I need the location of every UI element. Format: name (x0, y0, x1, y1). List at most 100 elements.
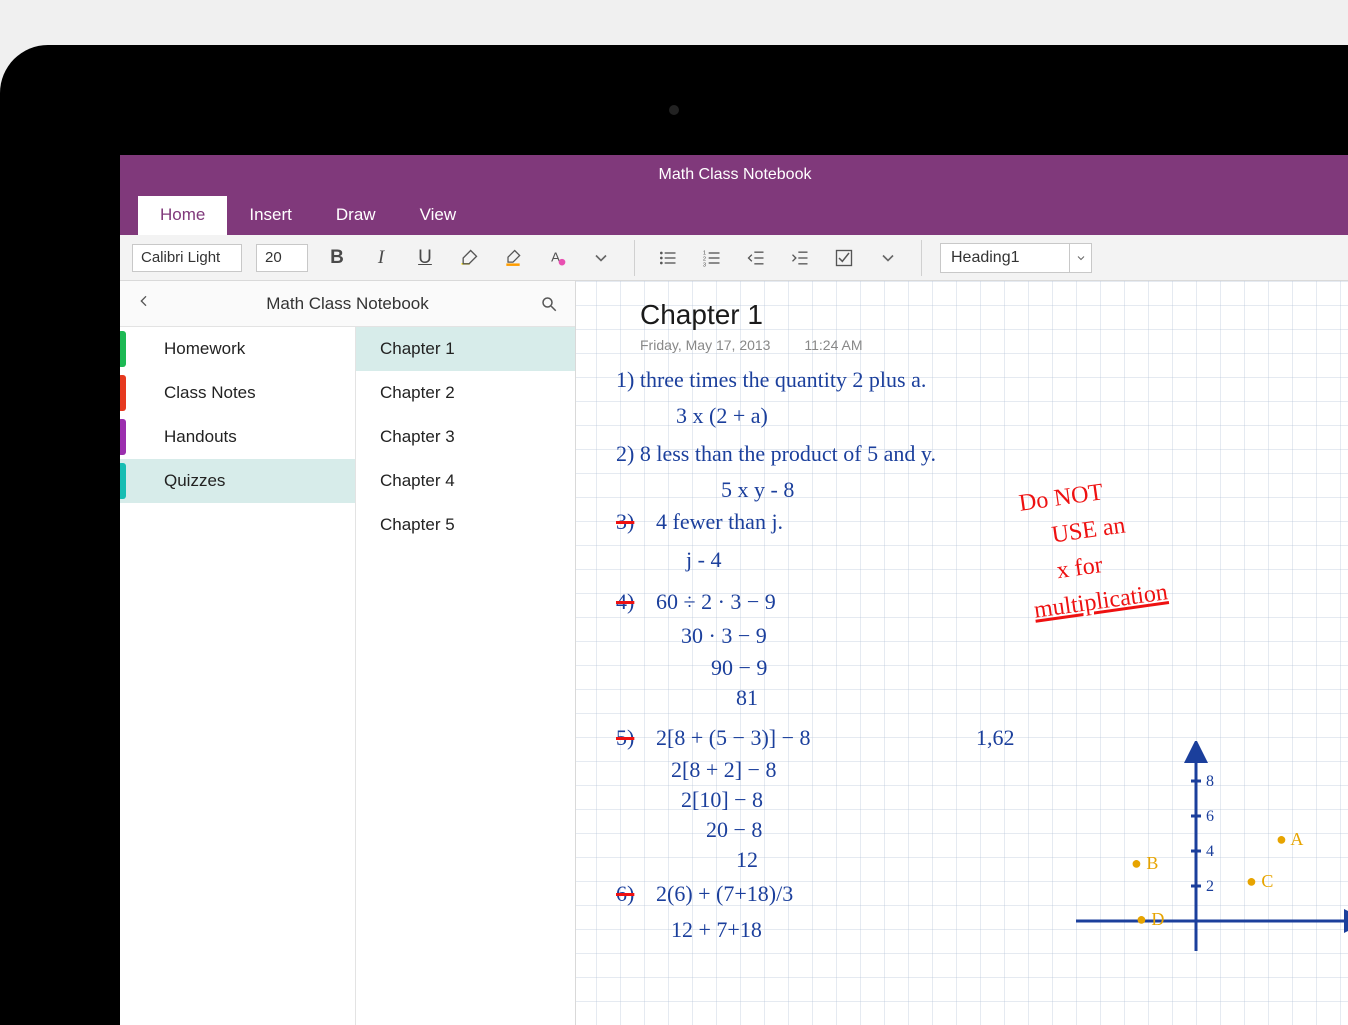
ink-text: 81 (736, 685, 758, 711)
outdent-button[interactable] (741, 243, 771, 273)
search-icon (540, 295, 558, 313)
section-label: Class Notes (164, 383, 256, 403)
axis-tick: 8 (1206, 773, 1214, 790)
ink-text: 2[10] − 8 (681, 787, 763, 813)
toolbar-divider (634, 240, 635, 276)
highlight-button[interactable] (454, 243, 484, 273)
chevron-down-icon (591, 248, 611, 268)
ink-text: 2(6) + (7+18)/3 (656, 881, 793, 907)
ink-text: 5 x y - 8 (721, 477, 794, 503)
page-item[interactable]: Chapter 4 (356, 459, 575, 503)
section-item-handouts[interactable]: Handouts (120, 415, 355, 459)
ribbon-tabs: Home Insert Draw View (120, 195, 1348, 235)
ink-point: ● C (1246, 871, 1273, 892)
tab-view[interactable]: View (398, 196, 479, 235)
ink-text: 20 − 8 (706, 817, 762, 843)
toolbar: Calibri Light 20 B I U A 123 (120, 235, 1348, 281)
ink-text: 4 fewer than j. (656, 509, 783, 535)
page-title[interactable]: Chapter 1 (640, 299, 1348, 331)
section-label: Handouts (164, 427, 237, 447)
ink-text: 90 − 9 (711, 655, 767, 681)
axis-tick: 2 (1206, 878, 1214, 895)
style-dropdown-button[interactable] (1070, 243, 1092, 273)
bullet-list-button[interactable] (653, 243, 683, 273)
device-camera (669, 105, 679, 115)
ink-color-button[interactable] (498, 243, 528, 273)
ink-text: 1) three times the quantity 2 plus a. (616, 367, 926, 393)
page-item[interactable]: Chapter 2 (356, 371, 575, 415)
svg-text:3: 3 (703, 262, 706, 268)
ink-callout-line: multiplication (1032, 574, 1170, 628)
page-label: Chapter 5 (380, 515, 455, 535)
nav-search-button[interactable] (539, 295, 559, 313)
ink-text: 2[8 + 2] − 8 (671, 757, 776, 783)
font-size-input[interactable]: 20 (256, 244, 308, 272)
ink-text: 12 + 7+18 (671, 917, 762, 943)
tab-draw[interactable]: Draw (314, 196, 398, 235)
ink-text: 60 ÷ 2 · 3 − 9 (656, 589, 776, 615)
title-bar: Math Class Notebook (120, 155, 1348, 195)
font-name-input[interactable]: Calibri Light (132, 244, 242, 272)
indent-button[interactable] (785, 243, 815, 273)
sections-list: Homework Class Notes Handouts Quizz (120, 327, 356, 1025)
ink-text: 30 · 3 − 9 (681, 623, 767, 649)
ink-text: 2[8 + (5 − 3)] − 8 (656, 725, 811, 751)
numbered-list-icon: 123 (702, 248, 722, 268)
ink-point: ● A (1276, 829, 1303, 850)
toolbar-divider (921, 240, 922, 276)
indent-icon (790, 248, 810, 268)
section-item-homework[interactable]: Homework (120, 327, 355, 371)
ink-text: 3 x (2 + a) (676, 403, 768, 429)
section-color-tab (120, 463, 126, 499)
todo-tag-button[interactable] (829, 243, 859, 273)
ink-text: 12 (736, 847, 758, 873)
nav-header: Math Class Notebook (120, 281, 575, 327)
section-item-quizzes[interactable]: Quizzes (120, 459, 355, 503)
chevron-down-icon (1075, 252, 1087, 264)
ink-number-scratched: 5) (616, 725, 634, 751)
bullet-list-icon (658, 248, 678, 268)
tags-dropdown-button[interactable] (873, 243, 903, 273)
ink-text: 2) 8 less than the product of 5 and y. (616, 441, 936, 467)
outdent-icon (746, 248, 766, 268)
font-color-button[interactable]: A (542, 243, 572, 273)
bold-button[interactable]: B (322, 243, 352, 273)
nav-back-button[interactable] (136, 292, 156, 315)
page-label: Chapter 3 (380, 427, 455, 447)
axis-tick: 6 (1206, 808, 1214, 825)
more-formatting-button[interactable] (586, 243, 616, 273)
section-color-tab (120, 331, 126, 367)
style-select[interactable]: Heading1 (940, 243, 1070, 273)
page-date: Friday, May 17, 2013 (640, 337, 770, 353)
page-canvas[interactable]: Chapter 1 Friday, May 17, 2013 11:24 AM … (576, 281, 1348, 1025)
page-label: Chapter 2 (380, 383, 455, 403)
ink-number-scratched: 3) (616, 509, 634, 535)
italic-button[interactable]: I (366, 243, 396, 273)
section-color-tab (120, 375, 126, 411)
section-label: Homework (164, 339, 245, 359)
numbered-list-button[interactable]: 123 (697, 243, 727, 273)
axis-tick: 4 (1206, 843, 1214, 860)
navigation-pane: Math Class Notebook Homework Class Note (120, 281, 576, 1025)
underline-button[interactable]: U (410, 243, 440, 273)
page-meta: Friday, May 17, 2013 11:24 AM (640, 337, 1348, 353)
page-time: 11:24 AM (804, 337, 862, 353)
tab-insert[interactable]: Insert (227, 196, 314, 235)
chevron-down-icon (878, 248, 898, 268)
section-color-tab (120, 419, 126, 455)
section-item-class-notes[interactable]: Class Notes (120, 371, 355, 415)
page-item[interactable]: Chapter 5 (356, 503, 575, 547)
ink-point: ● D (1136, 909, 1164, 930)
page-item[interactable]: Chapter 1 (356, 327, 575, 371)
chevron-left-icon (136, 293, 152, 309)
ink-point: ● B (1131, 853, 1158, 874)
page-item[interactable]: Chapter 3 (356, 415, 575, 459)
page-label: Chapter 1 (380, 339, 455, 359)
app-title: Math Class Notebook (659, 166, 812, 184)
ink-axes: 8 6 4 2 (1046, 741, 1348, 1001)
ink-number-scratched: 4) (616, 589, 634, 615)
tab-home[interactable]: Home (138, 196, 227, 235)
ink-number-scratched: 6) (616, 881, 634, 907)
checkbox-icon (834, 248, 854, 268)
section-label: Quizzes (164, 471, 225, 491)
